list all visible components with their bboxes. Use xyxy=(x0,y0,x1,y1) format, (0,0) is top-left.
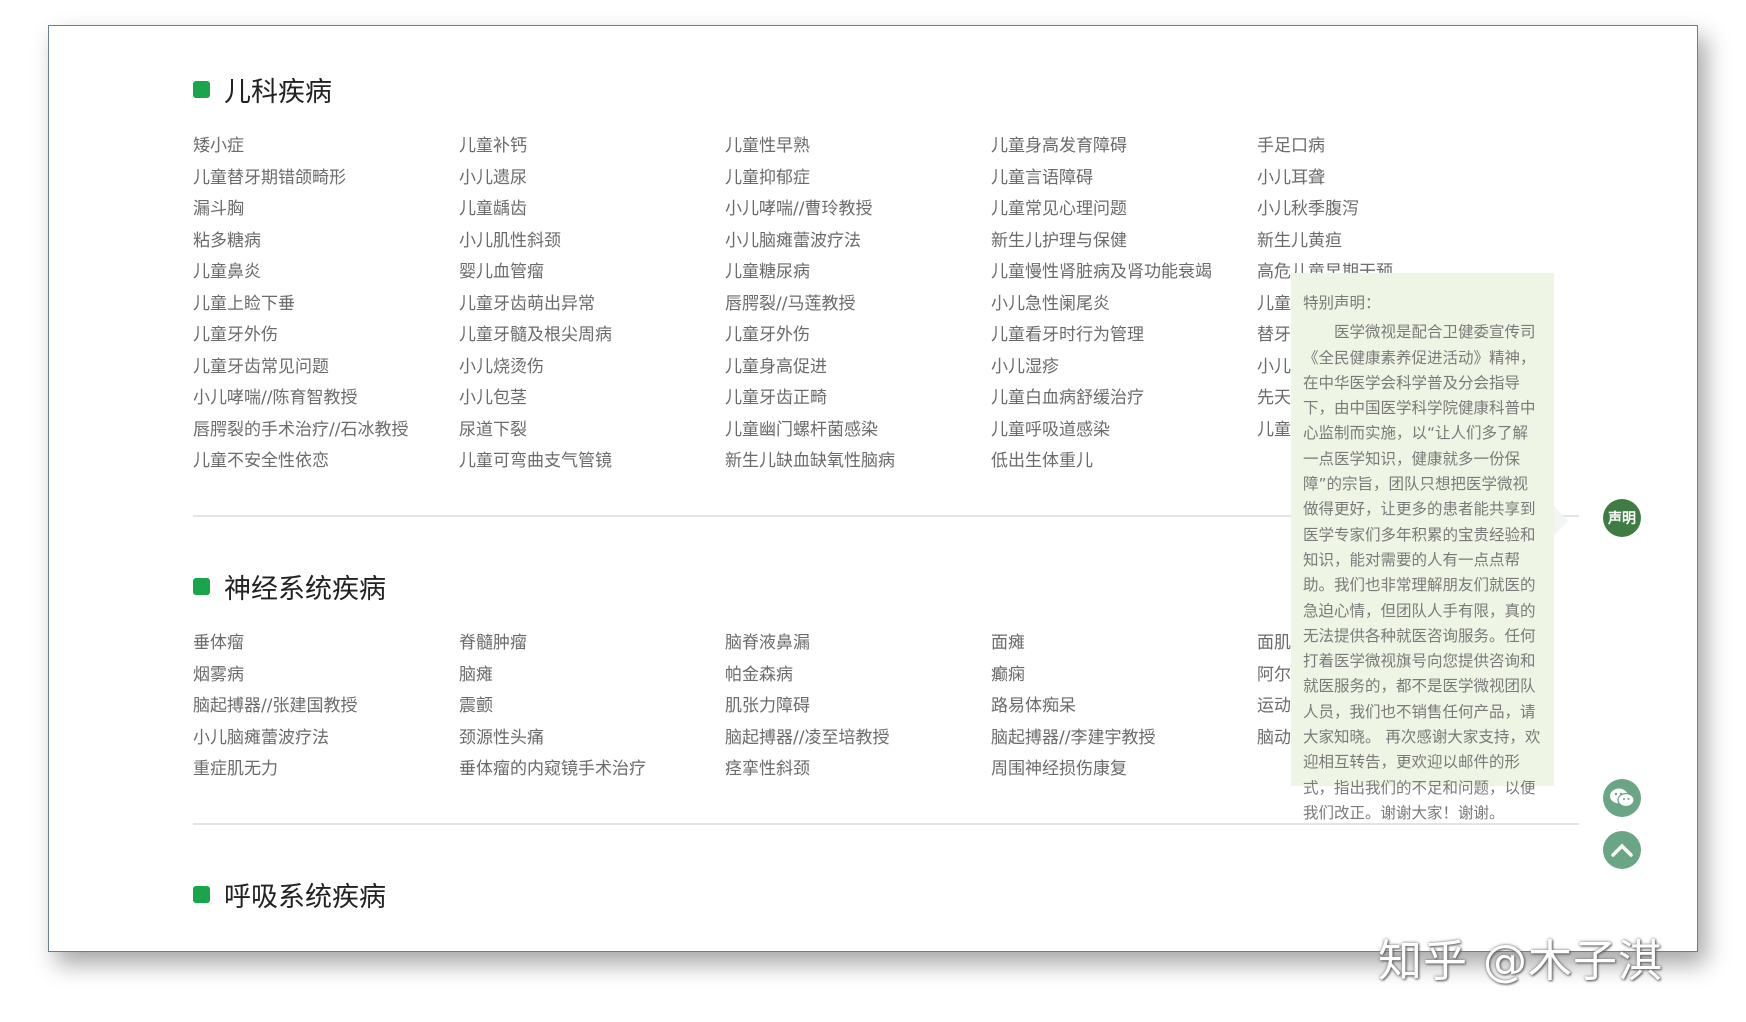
disease-link[interactable]: 儿童抑郁症 xyxy=(725,163,991,195)
disease-link[interactable]: 儿童性早熟 xyxy=(725,131,991,163)
disease-column: 矮小症儿童替牙期错颌畸形漏斗胸粘多糖病儿童鼻炎儿童上睑下垂儿童牙外伤儿童牙齿常见… xyxy=(193,131,459,478)
section-pediatrics: 儿科疾病 矮小症儿童替牙期错颌畸形漏斗胸粘多糖病儿童鼻炎儿童上睑下垂儿童牙外伤儿… xyxy=(193,69,1579,109)
disease-link[interactable]: 新生儿缺血缺氧性脑病 xyxy=(725,446,991,478)
disease-link[interactable]: 漏斗胸 xyxy=(193,194,459,226)
disease-column: 面瘫癫痫路易体痴呆脑起搏器//李建宇教授周围神经损伤康复 xyxy=(991,628,1257,786)
watermark: 知乎 @木子淇 xyxy=(1378,925,1663,989)
disease-column: 儿童身高发育障碍儿童言语障碍儿童常见心理问题新生儿护理与保健儿童慢性肾脏病及肾功… xyxy=(991,131,1257,478)
disease-link[interactable]: 周围神经损伤康复 xyxy=(991,754,1257,786)
statement-popover: 特别声明： 医学微视是配合卫健委宣传司《全民健康素养促进活动》精神，在中华医学会… xyxy=(1291,273,1554,786)
disease-link[interactable]: 唇腭裂//马莲教授 xyxy=(725,289,991,321)
disease-link[interactable]: 矮小症 xyxy=(193,131,459,163)
disease-link[interactable]: 手足口病 xyxy=(1257,131,1523,163)
disease-link[interactable]: 儿童常见心理问题 xyxy=(991,194,1257,226)
disease-link[interactable]: 小儿包茎 xyxy=(459,383,725,415)
statement-button[interactable]: 声明 xyxy=(1603,499,1641,537)
green-square-icon xyxy=(193,886,210,903)
disease-link[interactable]: 面瘫 xyxy=(991,628,1257,660)
disease-link[interactable]: 儿童可弯曲支气管镜 xyxy=(459,446,725,478)
disease-link[interactable]: 儿童龋齿 xyxy=(459,194,725,226)
statement-button-label: 声明 xyxy=(1608,508,1636,528)
wechat-button[interactable] xyxy=(1603,779,1641,817)
disease-link[interactable]: 唇腭裂的手术治疗//石冰教授 xyxy=(193,415,459,447)
disease-link[interactable]: 脑瘫 xyxy=(459,660,725,692)
disease-link[interactable]: 儿童白血病舒缓治疗 xyxy=(991,383,1257,415)
disease-link[interactable]: 婴儿血管瘤 xyxy=(459,257,725,289)
disease-link[interactable]: 肌张力障碍 xyxy=(725,691,991,723)
popover-arrow xyxy=(1554,506,1568,536)
disease-link[interactable]: 儿童牙髓及根尖周病 xyxy=(459,320,725,352)
disease-link[interactable]: 小儿秋季腹泻 xyxy=(1257,194,1523,226)
disease-link[interactable]: 儿童牙齿常见问题 xyxy=(193,352,459,384)
disease-link[interactable]: 小儿湿疹 xyxy=(991,352,1257,384)
disease-link[interactable]: 儿童呼吸道感染 xyxy=(991,415,1257,447)
disease-link[interactable]: 垂体瘤的内窥镜手术治疗 xyxy=(459,754,725,786)
disease-link[interactable]: 帕金森病 xyxy=(725,660,991,692)
page-frame: 儿科疾病 矮小症儿童替牙期错颌畸形漏斗胸粘多糖病儿童鼻炎儿童上睑下垂儿童牙外伤儿… xyxy=(48,25,1698,952)
section-title: 儿科疾病 xyxy=(193,69,1579,109)
disease-link[interactable]: 儿童牙外伤 xyxy=(193,320,459,352)
disease-link[interactable]: 小儿哮喘//曹玲教授 xyxy=(725,194,991,226)
disease-column: 儿童补钙小儿遗尿儿童龋齿小儿肌性斜颈婴儿血管瘤儿童牙齿萌出异常儿童牙髓及根尖周病… xyxy=(459,131,725,478)
disease-link[interactable]: 儿童牙齿正畸 xyxy=(725,383,991,415)
disease-link[interactable]: 尿道下裂 xyxy=(459,415,725,447)
disease-column: 儿童性早熟儿童抑郁症小儿哮喘//曹玲教授小儿脑瘫蕾波疗法儿童糖尿病唇腭裂//马莲… xyxy=(725,131,991,478)
disease-column: 脊髓肿瘤脑瘫震颤颈源性头痛垂体瘤的内窥镜手术治疗 xyxy=(459,628,725,786)
disease-link[interactable]: 重症肌无力 xyxy=(193,754,459,786)
disease-link[interactable]: 儿童言语障碍 xyxy=(991,163,1257,195)
disease-link[interactable]: 儿童鼻炎 xyxy=(193,257,459,289)
disease-link[interactable]: 儿童不安全性依恋 xyxy=(193,446,459,478)
disease-link[interactable]: 脑起搏器//张建国教授 xyxy=(193,691,459,723)
disease-link[interactable]: 儿童慢性肾脏病及肾功能衰竭 xyxy=(991,257,1257,289)
disease-link[interactable]: 小儿哮喘//陈育智教授 xyxy=(193,383,459,415)
disease-link[interactable]: 粘多糖病 xyxy=(193,226,459,258)
disease-link[interactable]: 小儿遗尿 xyxy=(459,163,725,195)
disease-link[interactable]: 路易体痴呆 xyxy=(991,691,1257,723)
section-title-text: 神经系统疾病 xyxy=(224,567,386,606)
chevron-up-icon xyxy=(1611,843,1633,857)
green-square-icon xyxy=(193,578,210,595)
disease-link[interactable]: 儿童替牙期错颌畸形 xyxy=(193,163,459,195)
disease-link[interactable]: 儿童牙外伤 xyxy=(725,320,991,352)
section-respiratory: 呼吸系统疾病 xyxy=(193,874,1579,914)
disease-link[interactable]: 儿童牙齿萌出异常 xyxy=(459,289,725,321)
disease-link[interactable]: 脑脊液鼻漏 xyxy=(725,628,991,660)
disease-link[interactable]: 小儿耳聋 xyxy=(1257,163,1523,195)
disease-link[interactable]: 儿童补钙 xyxy=(459,131,725,163)
wechat-icon xyxy=(1609,787,1635,809)
disease-link[interactable]: 颈源性头痛 xyxy=(459,723,725,755)
statement-body: 医学微视是配合卫健委宣传司《全民健康素养促进活动》精神，在中华医学会科学普及分会… xyxy=(1303,320,1542,826)
disease-link[interactable]: 儿童上睑下垂 xyxy=(193,289,459,321)
disease-link[interactable]: 低出生体重儿 xyxy=(991,446,1257,478)
section-title-text: 儿科疾病 xyxy=(224,70,332,109)
section-title: 呼吸系统疾病 xyxy=(193,874,1579,914)
disease-link[interactable]: 癫痫 xyxy=(991,660,1257,692)
disease-link[interactable]: 小儿脑瘫蕾波疗法 xyxy=(725,226,991,258)
disease-link[interactable]: 儿童身高促进 xyxy=(725,352,991,384)
statement-title: 特别声明： xyxy=(1303,291,1542,316)
disease-link[interactable]: 脊髓肿瘤 xyxy=(459,628,725,660)
disease-link[interactable]: 小儿脑瘫蕾波疗法 xyxy=(193,723,459,755)
disease-link[interactable]: 儿童幽门螺杆菌感染 xyxy=(725,415,991,447)
disease-link[interactable]: 小儿烧烫伤 xyxy=(459,352,725,384)
back-to-top-button[interactable] xyxy=(1603,831,1641,869)
section-title-text: 呼吸系统疾病 xyxy=(224,875,386,914)
disease-link[interactable]: 儿童看牙时行为管理 xyxy=(991,320,1257,352)
disease-link[interactable]: 小儿肌性斜颈 xyxy=(459,226,725,258)
disease-link[interactable]: 儿童身高发育障碍 xyxy=(991,131,1257,163)
disease-link[interactable]: 新生儿护理与保健 xyxy=(991,226,1257,258)
disease-column: 脑脊液鼻漏帕金森病肌张力障碍脑起搏器//凌至培教授痉挛性斜颈 xyxy=(725,628,991,786)
disease-link[interactable]: 脑起搏器//凌至培教授 xyxy=(725,723,991,755)
disease-link[interactable]: 脑起搏器//李建宇教授 xyxy=(991,723,1257,755)
green-square-icon xyxy=(193,81,210,98)
disease-column: 垂体瘤烟雾病脑起搏器//张建国教授小儿脑瘫蕾波疗法重症肌无力 xyxy=(193,628,459,786)
disease-link[interactable]: 痉挛性斜颈 xyxy=(725,754,991,786)
disease-link[interactable]: 烟雾病 xyxy=(193,660,459,692)
disease-link[interactable]: 新生儿黄疸 xyxy=(1257,226,1523,258)
disease-link[interactable]: 儿童糖尿病 xyxy=(725,257,991,289)
disease-link[interactable]: 小儿急性阑尾炎 xyxy=(991,289,1257,321)
disease-link[interactable]: 震颤 xyxy=(459,691,725,723)
disease-link[interactable]: 垂体瘤 xyxy=(193,628,459,660)
